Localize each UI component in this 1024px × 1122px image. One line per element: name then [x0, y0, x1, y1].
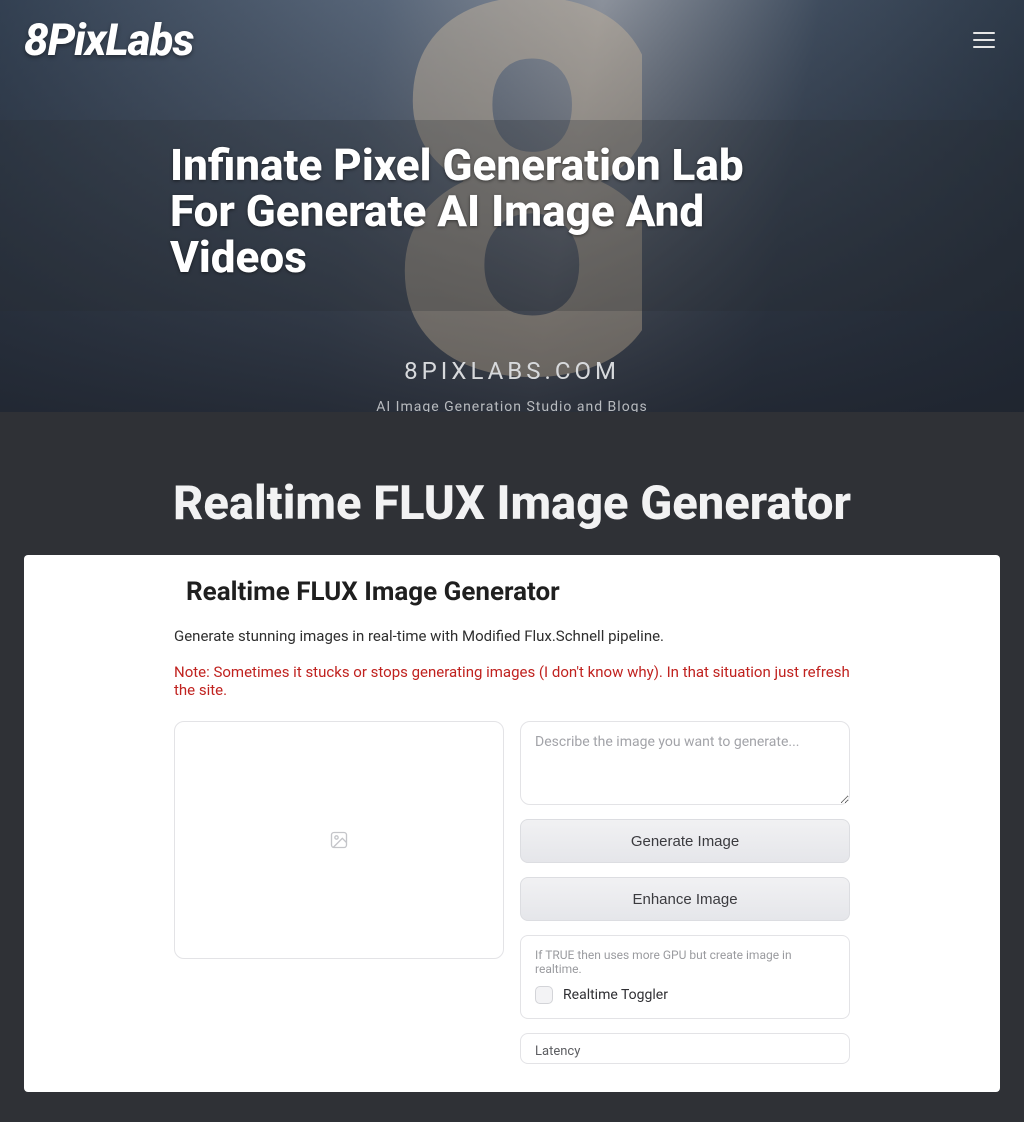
generator-description: Generate stunning images in real-time wi… — [174, 627, 850, 645]
top-bar: 8PixLabs — [0, 0, 1024, 80]
hero-headline: Infinate Pixel Generation Lab For Genera… — [170, 142, 810, 281]
hamburger-icon — [973, 32, 995, 48]
realtime-option: If TRUE then uses more GPU but create im… — [520, 935, 850, 1019]
image-placeholder-icon — [329, 830, 349, 850]
image-preview[interactable] — [174, 721, 504, 959]
latency-label: Latency — [535, 1044, 835, 1059]
realtime-checkbox[interactable] — [535, 986, 553, 1004]
realtime-label: Realtime Toggler — [563, 987, 668, 1003]
generator-heading: Realtime FLUX Image Generator — [186, 577, 850, 607]
section-title: Realtime FLUX Image Generator — [0, 476, 1024, 531]
generate-button[interactable]: Generate Image — [520, 819, 850, 863]
generator-note: Note: Sometimes it stucks or stops gener… — [174, 663, 850, 699]
generator-card: Realtime FLUX Image Generator Generate s… — [24, 555, 1000, 1092]
hero-brand-sub: 8PIXLABS.COM — [0, 357, 1024, 385]
enhance-button[interactable]: Enhance Image — [520, 877, 850, 921]
hero-banner: 8PixLabs Infinate Pixel Generation Lab F… — [0, 0, 1024, 412]
hero-heading-wrap: Infinate Pixel Generation Lab For Genera… — [0, 120, 1024, 311]
generator-section: Realtime FLUX Image Generator Realtime F… — [0, 412, 1024, 1122]
hero-subbrand: 8PIXLABS.COM AI Image Generation Studio … — [0, 357, 1024, 412]
prompt-input[interactable] — [520, 721, 850, 805]
brand-logo[interactable]: 8PixLabs — [24, 14, 193, 66]
realtime-hint: If TRUE then uses more GPU but create im… — [535, 948, 835, 976]
latency-box: Latency — [520, 1033, 850, 1064]
hero-tagline: AI Image Generation Studio and Blogs — [0, 399, 1024, 412]
hamburger-button[interactable] — [964, 20, 1004, 60]
